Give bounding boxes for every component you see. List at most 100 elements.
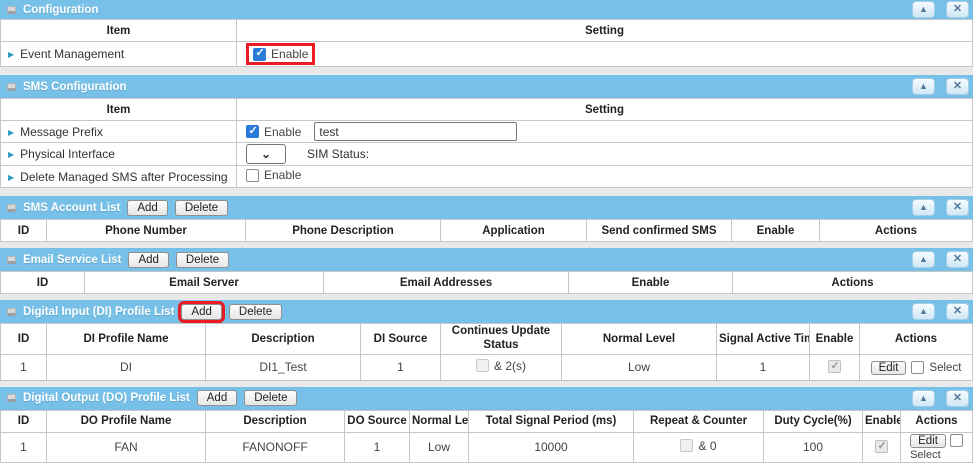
select-label: Select <box>910 449 941 461</box>
column-header: ID <box>1 272 85 294</box>
do-select-checkbox[interactable] <box>950 434 963 447</box>
column-header: Description <box>206 410 345 432</box>
column-header-setting: Setting <box>237 99 973 121</box>
collapse-button[interactable]: ▲ <box>912 78 935 95</box>
enable-label: Enable <box>264 168 301 182</box>
section-divider <box>0 67 973 75</box>
repeat-counter-value: & 0 <box>698 439 716 453</box>
column-header: Signal Active Time (s) <box>717 324 810 355</box>
column-header: DI Profile Name <box>47 324 206 355</box>
di-enable-cell <box>810 354 860 380</box>
column-header: Total Signal Period (ms) <box>469 410 634 432</box>
close-button[interactable]: ✕ <box>946 1 969 18</box>
add-button[interactable]: Add <box>197 390 237 406</box>
di-profile-list-panel-header: Digital Input (DI) Profile List Add Dele… <box>0 300 973 323</box>
column-header: Normal Level <box>562 324 717 355</box>
column-header: Application <box>441 220 587 242</box>
di-enable-checkbox <box>828 360 841 373</box>
column-header: Actions <box>860 324 973 355</box>
column-header-item: Item <box>1 99 237 121</box>
close-button[interactable]: ✕ <box>946 390 969 407</box>
edit-button[interactable]: Edit <box>871 361 907 375</box>
di-normal-level-cell: Low <box>562 354 717 380</box>
do-description-cell: FANONOFF <box>206 432 345 462</box>
collapse-button[interactable]: ▲ <box>912 199 935 216</box>
event-management-label: Event Management <box>20 47 124 61</box>
message-prefix-input[interactable] <box>314 122 517 141</box>
section-square-icon <box>7 308 16 316</box>
column-header: Enable <box>810 324 860 355</box>
collapse-button[interactable]: ▲ <box>912 1 935 18</box>
panel-title: Digital Input (DI) Profile List <box>23 306 174 318</box>
delete-managed-sms-setting-cell: Enable <box>237 166 973 188</box>
table-row: 1 FAN FANONOFF 1 Low 10000 & 0 100 Edit <box>1 432 973 462</box>
sms-account-list-panel: SMS Account List Add Delete ▲ ✕ ID Phone… <box>0 196 973 242</box>
column-header-setting: Setting <box>237 20 973 42</box>
repeat-counter-checkbox <box>680 439 693 452</box>
section-square-icon <box>7 256 16 264</box>
close-button[interactable]: ✕ <box>946 78 969 95</box>
panel-title: Email Service List <box>23 254 121 266</box>
delete-managed-sms-label-cell: ▶Delete Managed SMS after Processing <box>1 166 237 188</box>
di-description-cell: DI1_Test <box>206 354 361 380</box>
column-header: Enable <box>732 220 820 242</box>
column-header: ID <box>1 410 47 432</box>
item-arrow-icon: ▶ <box>8 150 14 159</box>
do-repeat-counter-cell: & 0 <box>634 432 764 462</box>
collapse-button[interactable]: ▲ <box>912 251 935 268</box>
do-profile-name-cell: FAN <box>47 432 206 462</box>
message-prefix-enable-checkbox[interactable] <box>246 125 259 138</box>
add-button[interactable]: Add <box>128 252 168 268</box>
column-header: Duty Cycle(%) <box>764 410 863 432</box>
sms-configuration-panel: SMS Configuration ▲ ✕ Item Setting ▶Mess… <box>0 75 973 188</box>
collapse-button[interactable]: ▲ <box>912 303 935 320</box>
close-button[interactable]: ✕ <box>946 199 969 216</box>
add-button[interactable]: Add <box>127 200 167 216</box>
table-row: ▶Message Prefix Enable <box>1 121 973 143</box>
column-header: ID <box>1 220 47 242</box>
delete-button[interactable]: Delete <box>175 200 228 216</box>
column-header: Description <box>206 324 361 355</box>
column-header: Actions <box>733 272 973 294</box>
enable-label: Enable <box>271 47 308 61</box>
di-profile-table: ID DI Profile Name Description DI Source… <box>0 323 973 381</box>
delete-button[interactable]: Delete <box>229 304 282 320</box>
di-actions-cell: Edit Select <box>860 354 973 380</box>
event-management-setting-cell: Enable <box>237 42 973 67</box>
section-divider <box>0 188 973 196</box>
delete-button[interactable]: Delete <box>176 252 229 268</box>
add-button-highlighted[interactable]: Add <box>181 304 221 320</box>
column-header: DI Source <box>361 324 441 355</box>
section-square-icon <box>7 204 16 212</box>
column-header: Phone Description <box>246 220 441 242</box>
email-service-list-panel-header: Email Service List Add Delete ▲ ✕ <box>0 248 973 271</box>
column-header: Continues Update Status <box>441 324 562 355</box>
continues-update-checkbox <box>476 359 489 372</box>
configuration-panel: Configuration ▲ ✕ Item Setting ▶Event Ma… <box>0 0 973 67</box>
close-button[interactable]: ✕ <box>946 251 969 268</box>
collapse-button[interactable]: ▲ <box>912 390 935 407</box>
column-header: Normal Level <box>410 410 469 432</box>
panel-title: Digital Output (DO) Profile List <box>23 392 190 404</box>
select-label: Select <box>929 362 961 374</box>
di-id-cell: 1 <box>1 354 47 380</box>
item-arrow-icon: ▶ <box>8 50 14 59</box>
configuration-panel-header: Configuration ▲ ✕ <box>0 0 973 19</box>
close-button[interactable]: ✕ <box>946 303 969 320</box>
physical-interface-select[interactable]: ⌄ <box>246 144 286 164</box>
table-row: ▶Physical Interface ⌄ SIM Status: <box>1 143 973 166</box>
email-service-list-panel: Email Service List Add Delete ▲ ✕ ID Ema… <box>0 248 973 294</box>
do-profile-list-panel-header: Digital Output (DO) Profile List Add Del… <box>0 387 973 410</box>
enable-label: Enable <box>264 125 301 139</box>
do-id-cell: 1 <box>1 432 47 462</box>
column-header: Enable <box>569 272 733 294</box>
di-select-checkbox[interactable] <box>911 361 924 374</box>
configuration-table: Item Setting ▶Event Management Enable <box>0 19 973 67</box>
event-management-enable-checkbox[interactable] <box>253 48 266 61</box>
section-square-icon <box>7 83 16 91</box>
delete-managed-sms-enable-checkbox[interactable] <box>246 169 259 182</box>
sms-account-table: ID Phone Number Phone Description Applic… <box>0 219 973 242</box>
column-header: DO Profile Name <box>47 410 206 432</box>
delete-button[interactable]: Delete <box>244 390 297 406</box>
edit-button[interactable]: Edit <box>910 434 946 448</box>
